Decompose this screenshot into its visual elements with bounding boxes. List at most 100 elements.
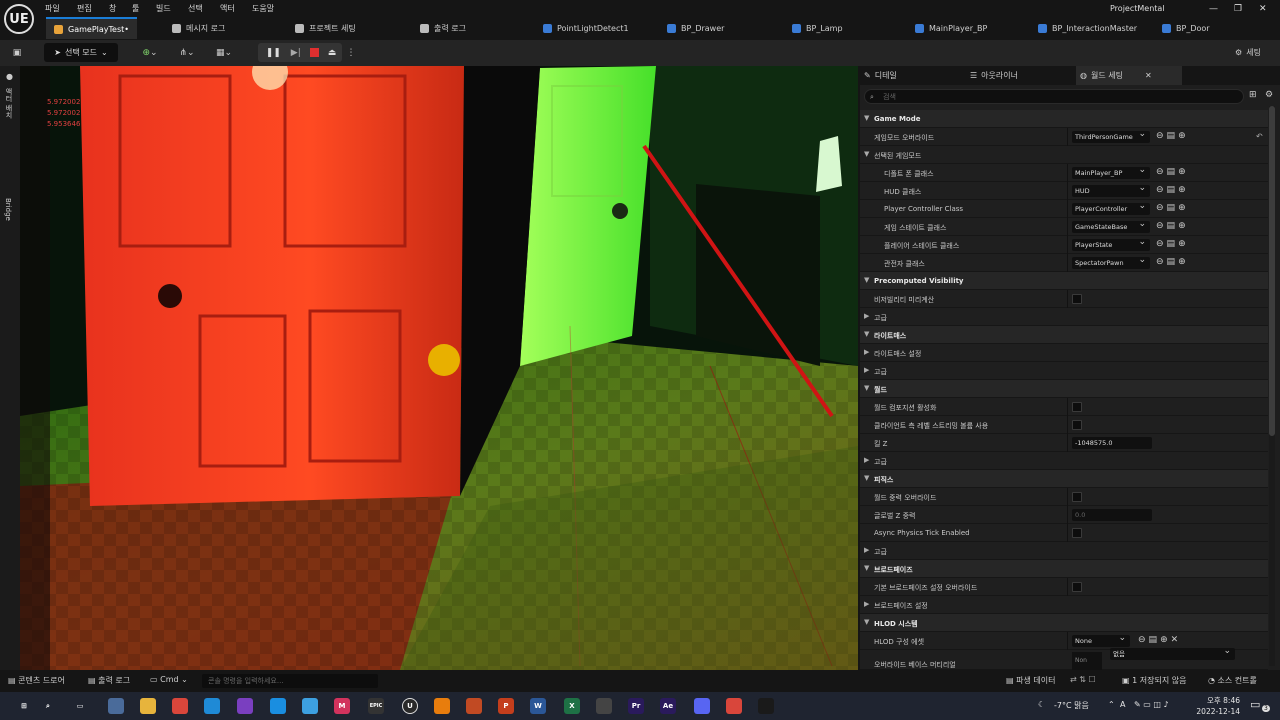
tab-pointlightdetect[interactable]: PointLightDetect1	[543, 17, 629, 39]
section-header[interactable]: ▼ 월드	[860, 380, 1268, 398]
collapsed-category[interactable]: ▶ 고급	[860, 452, 1268, 470]
word-icon[interactable]: W	[530, 698, 546, 714]
browse-back-icon[interactable]: ⊖	[1156, 131, 1167, 141]
expand-arrow-icon[interactable]: ▼	[864, 384, 869, 392]
output-log-button[interactable]: ▤ 출력 로그	[88, 675, 130, 686]
tray-icons[interactable]: ✎ ▭ ◫ ♪	[1134, 700, 1169, 709]
material-thumbnail[interactable]: Non	[1072, 652, 1102, 670]
column-divider[interactable]	[1067, 524, 1068, 542]
league-icon[interactable]	[758, 698, 774, 714]
section-header[interactable]: ▼ 라이트매스	[860, 326, 1268, 344]
class-dropdown[interactable]: SpectatorPawn	[1072, 257, 1150, 269]
ime-indicator[interactable]: A	[1120, 700, 1125, 709]
tab-outliner[interactable]: ☰ 아웃라이너	[970, 66, 1070, 85]
minimize-button[interactable]: —	[1209, 4, 1218, 14]
column-divider[interactable]	[1067, 398, 1068, 416]
content-drawer-button[interactable]: ▤ 콘텐츠 드로어	[8, 675, 65, 686]
class-dropdown[interactable]: GameStateBase	[1072, 221, 1150, 233]
tab-mainplayer-bp[interactable]: MainPlayer_BP	[915, 17, 987, 39]
stop-icon[interactable]	[309, 48, 319, 57]
column-divider[interactable]	[1067, 164, 1068, 182]
chrome-2-icon[interactable]	[726, 698, 742, 714]
add-icon[interactable]: ⊕	[1178, 257, 1189, 267]
weather-label[interactable]: -7°C 맑음	[1054, 700, 1089, 711]
blueprint-button[interactable]: ⋔ ⌄	[173, 43, 201, 62]
search-icon[interactable]: ⌕	[40, 698, 56, 714]
expand-arrow-icon[interactable]: ▼	[864, 276, 869, 284]
excel-icon[interactable]: X	[564, 698, 580, 714]
expand-arrow-icon[interactable]: ▼	[864, 150, 869, 158]
column-divider[interactable]	[1067, 434, 1068, 452]
collapse-arrow-icon[interactable]: ▶	[864, 312, 869, 320]
powerpoint-icon[interactable]: P	[498, 698, 514, 714]
column-divider[interactable]	[1067, 236, 1068, 254]
asset-dropdown[interactable]: None	[1072, 635, 1130, 647]
swirl-app-icon[interactable]	[466, 698, 482, 714]
notification-icon[interactable]: ▭	[1250, 698, 1260, 711]
after-effects-icon[interactable]: Ae	[660, 698, 676, 714]
more-options-icon[interactable]: ⋮	[345, 43, 357, 62]
folder-icon[interactable]: ▤	[1149, 635, 1161, 645]
menu-actor[interactable]: 액터	[220, 3, 235, 14]
number-field[interactable]: -1048575.0	[1072, 437, 1152, 449]
folder-icon[interactable]: ▤	[1167, 221, 1179, 231]
collapsed-category[interactable]: ▶ 고급	[860, 542, 1268, 560]
column-divider[interactable]	[1067, 182, 1068, 200]
expand-arrow-icon[interactable]: ▼	[864, 474, 869, 482]
scroll-thumb[interactable]	[1269, 106, 1275, 436]
derived-data-button[interactable]: ▤ 파생 데이터	[1006, 675, 1055, 686]
column-divider[interactable]	[1067, 578, 1068, 596]
section-header[interactable]: ▼ Precomputed Visibility	[860, 272, 1268, 290]
eject-icon[interactable]: ⏏	[328, 48, 337, 58]
close-tab-icon[interactable]: ✕	[1145, 71, 1152, 80]
tab-output-log[interactable]: 출력 로그	[420, 17, 466, 39]
close-window-button[interactable]: ✕	[1259, 4, 1267, 14]
expand-arrow-icon[interactable]: ▼	[864, 114, 869, 122]
menu-build[interactable]: 빌드	[156, 3, 171, 14]
browse-back-icon[interactable]: ⊖	[1156, 185, 1167, 195]
menu-edit[interactable]: 편집	[77, 3, 92, 14]
place-actors-icon[interactable]: ●	[6, 72, 13, 81]
select-mode-dropdown[interactable]: ➤ 선택 모드 ⌄	[44, 43, 118, 62]
tab-bp-door[interactable]: BP_Door	[1162, 17, 1210, 39]
scrollbar[interactable]	[1269, 106, 1275, 666]
column-divider[interactable]	[1067, 218, 1068, 236]
property-checkbox[interactable]	[1072, 528, 1082, 538]
class-dropdown[interactable]: ThirdPersonGame	[1072, 131, 1150, 143]
add-icon[interactable]: ⊕	[1178, 167, 1189, 177]
folder-icon[interactable]: ▤	[1167, 167, 1179, 177]
section-header[interactable]: ▼ Game Mode	[860, 110, 1268, 128]
clock-date[interactable]: 2022-12-14	[1190, 707, 1240, 716]
pause-icon[interactable]: ❚❚	[266, 48, 281, 58]
menu-select[interactable]: 선택	[188, 3, 203, 14]
unsaved-button[interactable]: ▣ 1 저장되지 않음	[1122, 675, 1186, 686]
browse-back-icon[interactable]: ⊖	[1156, 203, 1167, 213]
unreal-editor-icon[interactable]: U	[402, 698, 418, 714]
clock-time[interactable]: 오후 8:46	[1190, 695, 1240, 706]
clear-icon[interactable]: ✕	[1171, 635, 1182, 645]
step-icon[interactable]: ▶|	[291, 48, 301, 58]
section-header[interactable]: ▼ HLOD 시스템	[860, 614, 1268, 632]
tray-arrow-icon[interactable]: ⌃	[1108, 700, 1115, 709]
browse-back-icon[interactable]: ⊖	[1156, 257, 1167, 267]
property-group[interactable]: ▼ 선택된 게임모드	[860, 146, 1268, 164]
collapse-arrow-icon[interactable]: ▶	[864, 546, 869, 554]
class-dropdown[interactable]: PlayerController	[1072, 203, 1150, 215]
folder-icon[interactable]: ▤	[1167, 131, 1179, 141]
menu-window[interactable]: 창	[109, 3, 116, 14]
column-divider[interactable]	[1067, 200, 1068, 218]
epic-games-icon[interactable]: EPIC	[368, 698, 384, 714]
tab-bp-interactionmaster[interactable]: BP_InteractionMaster	[1038, 17, 1137, 39]
section-header[interactable]: ▼ 피직스	[860, 470, 1268, 488]
column-divider[interactable]	[1067, 488, 1068, 506]
reset-to-default-icon[interactable]: ↶	[1256, 132, 1263, 141]
collapsed-category[interactable]: ▶ 브로드페이즈 설정	[860, 596, 1268, 614]
add-icon[interactable]: ⊕	[1178, 221, 1189, 231]
task-view-icon[interactable]: ▭	[72, 698, 88, 714]
section-header[interactable]: ▼ 브로드페이즈	[860, 560, 1268, 578]
add-actor-button[interactable]: ⊕ ⌄	[136, 43, 164, 62]
tab-bp-lamp[interactable]: BP_Lamp	[792, 17, 843, 39]
notepad-icon[interactable]	[302, 698, 318, 714]
maximize-button[interactable]: ❐	[1234, 4, 1242, 14]
search-input[interactable]: ⌕ 검색	[864, 89, 1244, 104]
